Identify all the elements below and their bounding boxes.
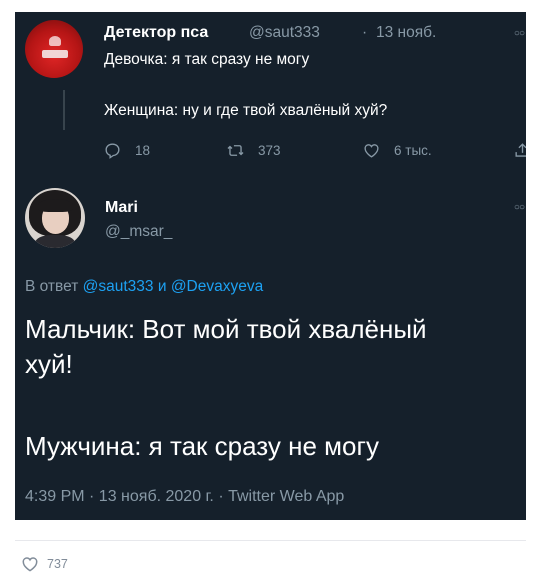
reply-icon [105,142,120,159]
mention-link[interactable]: @Devaxyeva [171,278,263,295]
more-icon[interactable]: ○○ [514,202,525,213]
like-count: 6 тыс. [394,142,432,158]
mention-link[interactable]: @saut333 [83,278,154,295]
reply-author-handle[interactable]: @_msar_ [105,223,172,241]
share-button[interactable] [513,141,526,159]
reply-text-line1: Мальчик: Вот мой твой хвалёный [25,314,427,344]
retweet-icon [227,144,244,156]
post-like-count: 737 [47,557,68,571]
author-avatar[interactable] [25,20,83,78]
tweet-date[interactable]: 13 нояб. [376,24,436,42]
more-icon[interactable]: ○○ [514,28,525,39]
avatar-body [35,235,75,248]
avatar-logo [49,36,61,46]
thread-connector-line [63,90,65,130]
avatar-bangs [38,199,73,212]
reply-text-line2: хуй! [25,349,73,379]
mention-conjunction: и [157,278,167,295]
retweet-count: 373 [258,142,281,158]
avatar-shirt [42,50,68,58]
reply-to-line: В ответ @saut333 и @Devaxyeva [25,278,263,296]
reply-text-line3: Мужчина: я так сразу не могу [25,431,379,461]
post-like-button[interactable]: 737 [20,554,68,574]
like-icon [364,143,379,158]
share-icon [515,142,526,157]
retweet-button[interactable]: 373 [226,141,281,159]
post-divider [15,540,526,541]
tweet-text-line2: Женщина: ну и где твой хвалёный хуй? [104,102,388,119]
tweet-screenshot: Детектор пса @saut333 · 13 нояб. ○○ Дево… [15,12,526,520]
reply-button[interactable]: 18 [103,141,150,159]
heart-outline-icon [22,557,38,572]
reply-to-prefix: В ответ [25,278,79,295]
tweet-timestamp-source[interactable]: 4:39 PM · 13 нояб. 2020 г. · Twitter Web… [25,488,344,506]
author-handle[interactable]: @saut333 [249,24,320,42]
separator: · [362,24,368,41]
reply-author-avatar[interactable] [25,188,85,248]
reply-count: 18 [135,142,151,158]
tweet-text-line1: Девочка: я так сразу не могу [104,51,310,68]
like-button[interactable]: 6 тыс. [362,141,432,159]
reply-author-name[interactable]: Mari [105,199,138,217]
author-name[interactable]: Детектор пса [104,24,208,42]
